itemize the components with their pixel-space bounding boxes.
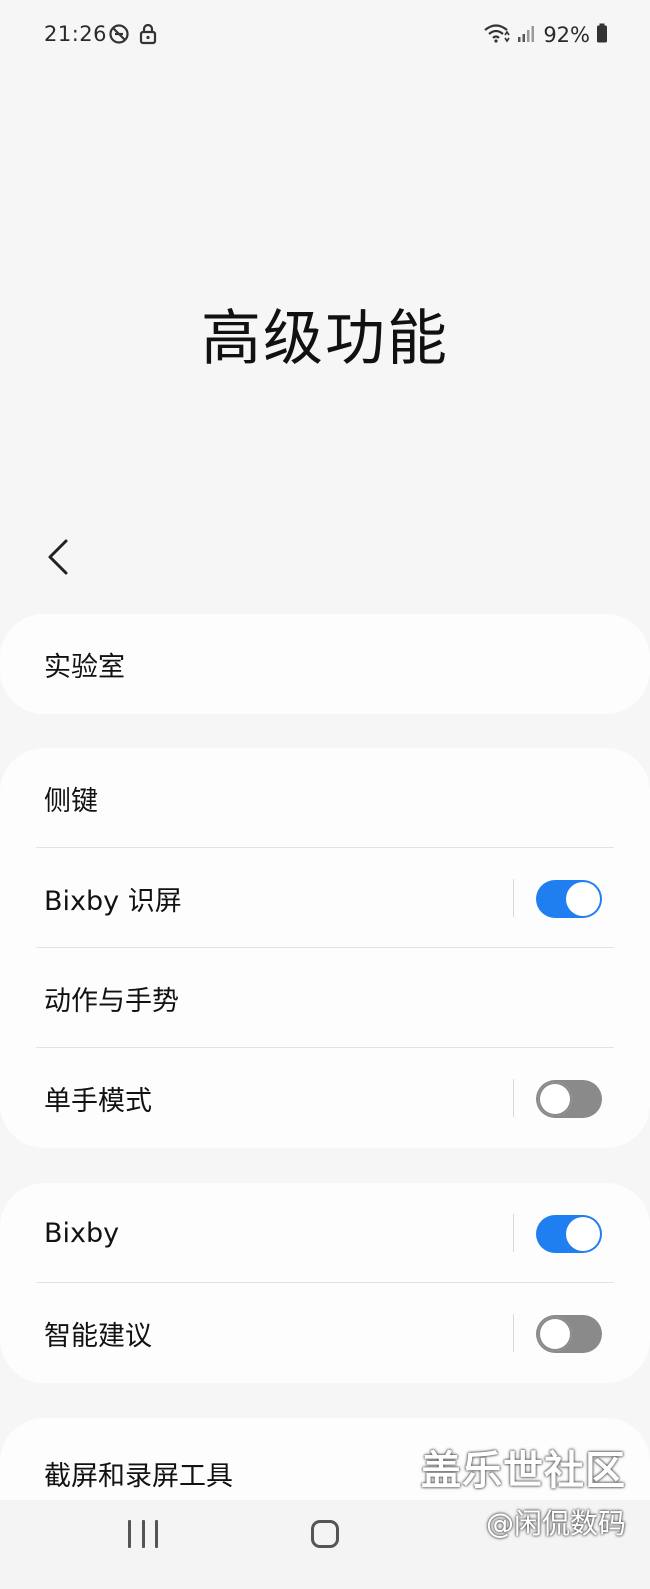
wifi-icon	[483, 22, 511, 48]
bixby-vision-toggle[interactable]	[536, 880, 602, 918]
toggle-knob	[566, 882, 600, 916]
settings-card-labs: 实验室	[0, 614, 650, 714]
settings-row-one-handed-mode[interactable]: 单手模式	[0, 1048, 650, 1148]
toggle-separator	[512, 1079, 514, 1117]
settings-card-bixby: Bixby 智能建议	[0, 1183, 650, 1383]
row-label: Bixby 识屏	[44, 885, 182, 917]
settings-row-bixby-vision[interactable]: Bixby 识屏	[0, 848, 650, 948]
settings-screen: 21:26 92% 高级功能 实验室 侧键 Bixby 识屏 动作与手势 单手模…	[0, 0, 650, 1589]
watermark-community: 盖乐世社区	[421, 1448, 626, 1494]
status-bar: 21:26 92%	[0, 0, 650, 72]
settings-row-side-key[interactable]: 侧键	[0, 748, 650, 848]
home-icon[interactable]	[311, 1520, 339, 1548]
recents-icon[interactable]	[128, 1520, 158, 1548]
row-label: Bixby	[44, 1217, 120, 1249]
back-button[interactable]	[36, 532, 80, 582]
toggle-knob	[538, 1317, 572, 1351]
status-right-group: 92%	[483, 22, 608, 48]
row-label: 智能建议	[44, 1320, 152, 1352]
settings-row-bixby[interactable]: Bixby	[0, 1183, 650, 1283]
do-not-disturb-off-icon	[108, 23, 130, 45]
settings-row-smart-suggestions[interactable]: 智能建议	[0, 1283, 650, 1383]
page-title: 高级功能	[201, 304, 449, 374]
lock-icon	[138, 23, 160, 45]
smart-suggestions-toggle[interactable]	[536, 1315, 602, 1353]
battery-icon	[596, 23, 608, 47]
watermark-author: @闲侃数码	[485, 1507, 626, 1540]
row-label: 动作与手势	[44, 985, 179, 1017]
settings-card-keys-gestures: 侧键 Bixby 识屏 动作与手势 单手模式	[0, 748, 650, 1148]
status-time: 21:26	[44, 22, 108, 46]
chevron-left-icon	[48, 539, 68, 575]
row-label: 截屏和录屏工具	[44, 1461, 233, 1492]
bixby-toggle[interactable]	[536, 1215, 602, 1253]
toggle-knob	[566, 1217, 600, 1251]
settings-row-motions-gestures[interactable]: 动作与手势	[0, 948, 650, 1048]
settings-row-labs[interactable]: 实验室	[0, 614, 650, 714]
toggle-separator	[512, 1314, 514, 1352]
row-label: 实验室	[44, 651, 125, 683]
row-label: 单手模式	[44, 1085, 152, 1117]
one-handed-mode-toggle[interactable]	[536, 1080, 602, 1118]
toggle-knob	[538, 1082, 572, 1116]
toggle-separator	[512, 1214, 514, 1252]
battery-percent: 92%	[543, 23, 590, 47]
row-label: 侧键	[44, 785, 98, 817]
signal-icon	[517, 23, 537, 47]
toggle-separator	[512, 879, 514, 917]
